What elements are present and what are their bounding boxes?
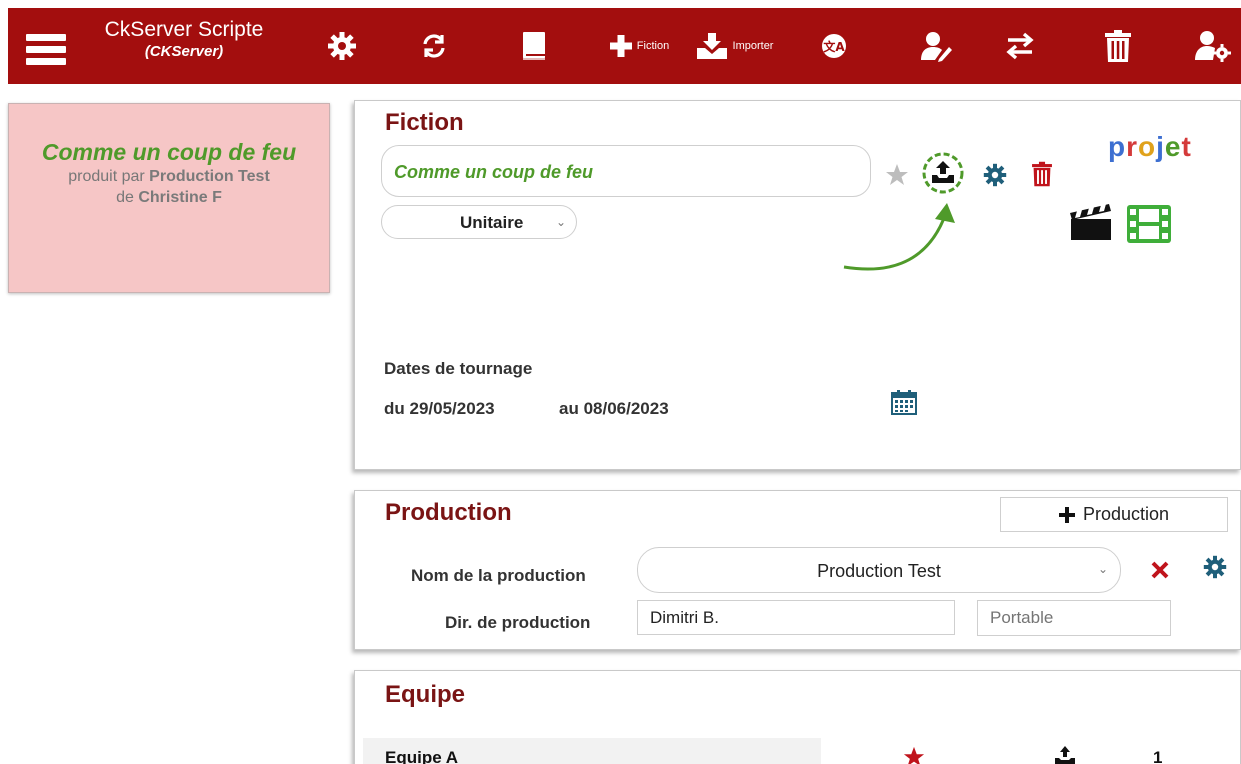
table-row[interactable]: Equipe A 1 xyxy=(363,738,1218,764)
date-from-prefix: du xyxy=(384,399,405,418)
production-director-label: Dir. de production xyxy=(445,613,591,632)
annotation-arrow xyxy=(843,203,955,271)
summary-author-line: de Christine F xyxy=(9,187,329,208)
summary-author: Christine F xyxy=(138,189,222,206)
team-count: 1 xyxy=(1153,748,1163,764)
star-icon[interactable] xyxy=(885,163,909,192)
plus-icon xyxy=(1058,506,1075,523)
import-button[interactable]: Importer xyxy=(684,8,784,84)
menu-icon[interactable] xyxy=(22,8,70,84)
fiction-type-select[interactable]: Unitaire ⌄ xyxy=(381,205,577,239)
production-director-input[interactable]: Dimitri B. xyxy=(637,600,955,635)
film-icon[interactable] xyxy=(1127,205,1171,248)
top-toolbar: CkServer Scripte (CKServer) Fiction Impo… xyxy=(8,8,1241,84)
user-settings-icon[interactable] xyxy=(1188,8,1238,84)
production-name-label: Nom de la production xyxy=(411,566,586,585)
add-fiction-button[interactable]: Fiction xyxy=(594,8,684,84)
production-name-select[interactable]: Production Test ⌄ xyxy=(637,547,1121,593)
shooting-dates-label: Dates de tournage xyxy=(384,359,533,378)
author-prefix: de xyxy=(116,189,134,206)
production-name-value: Production Test xyxy=(817,561,941,581)
upload-icon[interactable] xyxy=(1053,744,1077,764)
add-production-button[interactable]: Production xyxy=(1000,497,1228,532)
fiction-panel: Fiction Comme un coup de feu Unitaire ⌄ xyxy=(354,100,1241,470)
add-production-label: Production xyxy=(1082,504,1170,524)
import-label: Importer xyxy=(732,40,774,52)
date-from-value: 29/05/2023 xyxy=(409,399,495,418)
fiction-summary-card[interactable]: Comme un coup de feu produit par Product… xyxy=(8,103,330,293)
date-to: au 08/06/2023 xyxy=(559,399,669,419)
clapperboard-icon[interactable] xyxy=(1069,201,1113,246)
projet-logo: projet xyxy=(1108,131,1192,162)
equipe-panel: Equipe Equipe A 1 xyxy=(354,670,1241,764)
swap-icon[interactable] xyxy=(998,8,1042,84)
import-icon xyxy=(696,33,727,59)
team-name: Equipe A xyxy=(385,748,459,764)
production-panel: Production Production Nom de la producti… xyxy=(354,490,1241,650)
fiction-title-input[interactable]: Comme un coup de feu xyxy=(381,145,871,197)
phone-input[interactable] xyxy=(977,600,1171,636)
date-from: du 29/05/2023 xyxy=(384,399,495,419)
plus-icon xyxy=(609,35,632,57)
user-edit-icon[interactable] xyxy=(914,8,958,84)
summary-produced-by: produit par Production Test xyxy=(9,166,329,187)
chevron-down-icon: ⌄ xyxy=(555,215,566,229)
app-title: CkServer Scripte (CKServer) xyxy=(84,18,284,62)
add-fiction-label: Fiction xyxy=(636,40,670,52)
fiction-type-value: Unitaire xyxy=(460,213,524,232)
app-subtitle: (CKServer) xyxy=(144,43,224,60)
gear-icon[interactable] xyxy=(983,163,1007,192)
gear-icon[interactable] xyxy=(1203,555,1227,584)
trash-icon[interactable] xyxy=(1031,161,1053,192)
gear-icon[interactable] xyxy=(322,8,362,84)
calendar-icon[interactable] xyxy=(891,389,917,420)
svg-text:文A: 文A xyxy=(823,39,845,54)
date-to-prefix: au xyxy=(559,399,579,418)
date-to-value: 08/06/2023 xyxy=(583,399,669,418)
close-icon[interactable] xyxy=(1151,561,1169,584)
book-icon[interactable] xyxy=(514,8,554,84)
star-icon[interactable] xyxy=(903,746,925,764)
produced-by-prefix: produit par xyxy=(68,168,145,185)
equipe-heading: Equipe xyxy=(385,681,466,708)
trash-icon[interactable] xyxy=(1096,8,1140,84)
refresh-icon[interactable] xyxy=(414,8,454,84)
translate-icon[interactable]: 文A xyxy=(814,8,854,84)
summary-title: Comme un coup de feu xyxy=(41,139,297,165)
chevron-down-icon: ⌄ xyxy=(1097,562,1108,576)
app-title-text: CkServer Scripte xyxy=(104,18,264,41)
fiction-heading: Fiction xyxy=(385,109,464,136)
summary-production: Production Test xyxy=(149,168,270,185)
production-heading: Production xyxy=(385,499,512,526)
